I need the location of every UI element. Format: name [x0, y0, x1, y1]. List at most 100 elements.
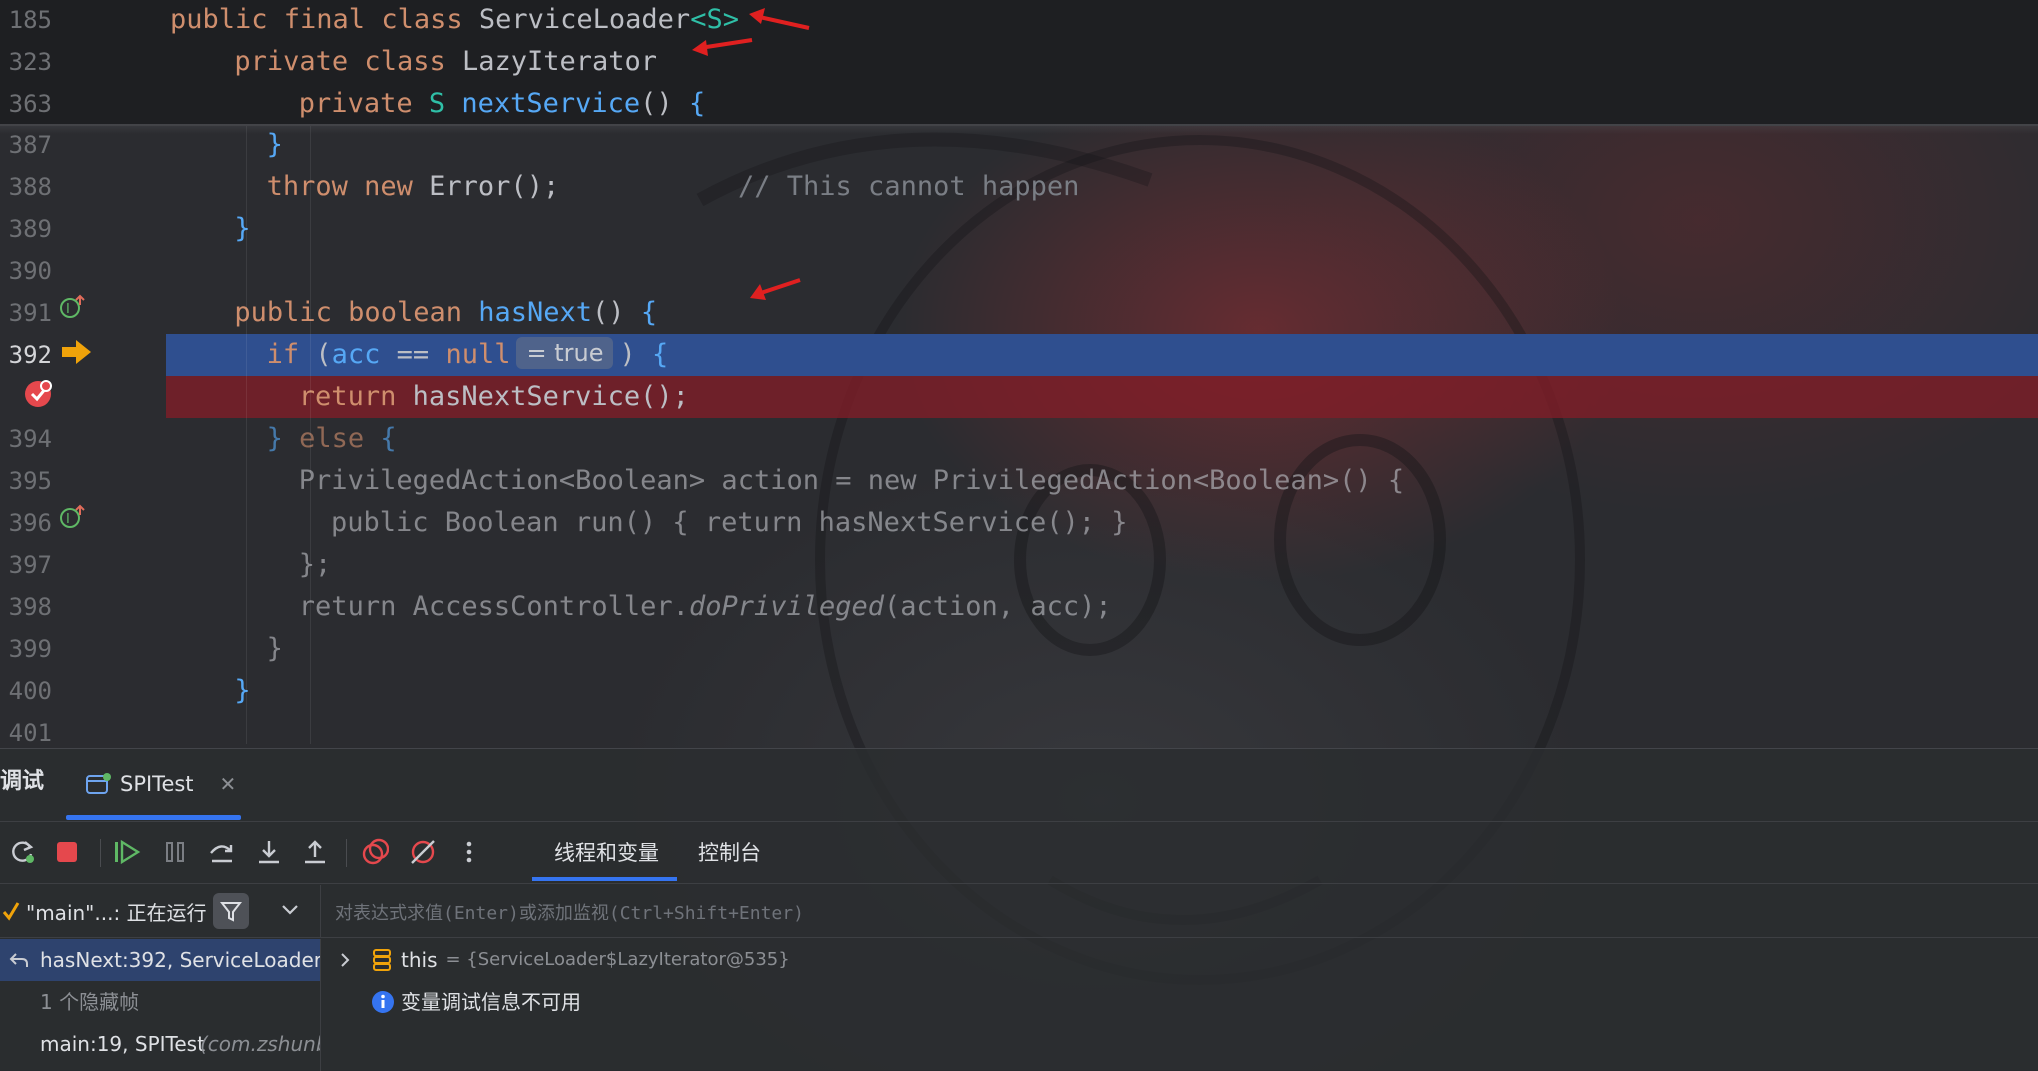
- implements-gutter-icon[interactable]: I: [58, 292, 88, 326]
- code-token: // This cannot happen: [738, 171, 1080, 202]
- svg-text:I: I: [66, 512, 70, 527]
- info-icon: [372, 991, 394, 1013]
- code-token: throw new: [266, 171, 430, 202]
- tab-threads-variables[interactable]: 线程和变量: [554, 837, 659, 867]
- step-into-button[interactable]: [254, 837, 284, 867]
- code-line[interactable]: 391 public boolean hasNext() {: [0, 292, 2038, 334]
- code-line[interactable]: return hasNextService();: [166, 376, 2038, 418]
- mute-breakpoints-button[interactable]: [408, 837, 438, 867]
- line-number: 185: [8, 6, 52, 34]
- variable-value: = {ServiceLoader$LazyIterator@535}: [445, 949, 790, 970]
- code-text: public final class ServiceLoader<S>: [170, 0, 739, 41]
- thread-selector[interactable]: "main"...: 正在运行: [0, 885, 320, 938]
- svg-text:I: I: [66, 302, 70, 317]
- mute-breakpoints-icon: [411, 840, 435, 864]
- frame-return-icon: [9, 953, 28, 967]
- breakpoint-icon[interactable]: [22, 378, 54, 414]
- code-token: return AccessController.: [298, 591, 689, 622]
- code-token: public final class: [170, 4, 479, 35]
- code-line[interactable]: 396 public Boolean run() { return hasNext…: [0, 502, 2038, 544]
- code-token: {: [640, 297, 658, 328]
- sticky-scroll-header[interactable]: 185 public final class ServiceLoader<S> 32…: [0, 0, 2038, 126]
- line-number: 394: [8, 425, 52, 453]
- line-number: 363: [8, 90, 52, 118]
- code-token: if: [266, 339, 316, 370]
- sticky-divider: [0, 124, 2038, 134]
- code-line[interactable]: 392 if (acc == null = true) {: [9, 334, 2038, 376]
- code-text: PrivilegedAction<Boolean> action = new P…: [299, 460, 1404, 502]
- code-line[interactable]: 397};: [0, 544, 2038, 586]
- variable-info-text: 变量调试信息不可用: [401, 990, 581, 1014]
- code-token: public Boolean run() { return hasNextSer…: [331, 507, 1128, 538]
- stop-button[interactable]: [52, 837, 82, 867]
- code-editor[interactable]: 185 public final class ServiceLoader<S> 32…: [0, 0, 2038, 748]
- active-subtab-indicator: [532, 877, 677, 881]
- variable-info-row: 变量调试信息不可用: [371, 981, 581, 1023]
- resume-icon: [115, 839, 141, 865]
- view-breakpoints-icon: [362, 838, 389, 865]
- code-line[interactable]: 400}: [0, 670, 2038, 712]
- code-line[interactable]: 395 PrivilegedAction<Boolean> action = ne…: [0, 460, 2038, 502]
- code-token: {: [688, 88, 706, 119]
- sticky-line[interactable]: 363 private S nextService() {: [0, 83, 2038, 125]
- step-over-button[interactable]: [207, 837, 237, 867]
- tab-console[interactable]: 控制台: [698, 837, 761, 867]
- code-text: } else {: [267, 418, 397, 460]
- chevron-down-icon[interactable]: [280, 903, 300, 917]
- indent-guide: [310, 124, 311, 744]
- pause-button[interactable]: [160, 837, 190, 867]
- code-token: <S>: [690, 4, 739, 35]
- code-token: };: [298, 549, 332, 580]
- code-token: LazyIterator: [461, 46, 658, 77]
- code-line[interactable]: 398 return AccessController.doPrivileged(…: [0, 586, 2038, 628]
- run-config-tab[interactable]: SPITest ✕: [86, 759, 236, 809]
- code-line[interactable]: 390: [0, 250, 2038, 292]
- filter-icon: [220, 902, 242, 922]
- code-token: private: [298, 88, 429, 119]
- line-number: 391: [8, 299, 52, 327]
- stop-icon: [57, 842, 77, 862]
- frame-label: 1 个隐藏帧: [40, 990, 140, 1014]
- step-into-icon: [259, 841, 279, 864]
- sticky-line[interactable]: 323 private class LazyIterator: [0, 41, 2038, 83]
- resume-button[interactable]: [112, 837, 142, 867]
- frame-item[interactable]: 1 个隐藏帧: [0, 981, 320, 1023]
- code-token: (action, acc);: [884, 591, 1112, 622]
- more-options-button[interactable]: [454, 837, 484, 867]
- code-text: }: [267, 628, 283, 670]
- code-token: null: [445, 339, 511, 370]
- variable-row-this[interactable]: this = {ServiceLoader$LazyIterator@535}: [337, 939, 790, 981]
- code-line[interactable]: 399}: [0, 628, 2038, 670]
- frame-item[interactable]: main:19, SPITest (com.zshunb: [0, 1023, 320, 1065]
- code-line[interactable]: 389}: [0, 208, 2038, 250]
- code-text: }: [234, 208, 250, 250]
- code-text: };: [299, 544, 332, 586]
- code-token: else: [299, 423, 381, 454]
- chevron-right-icon[interactable]: [337, 952, 353, 968]
- debug-tabs-row: 调试 SPITest ✕: [0, 749, 2038, 822]
- view-breakpoints-button[interactable]: [360, 837, 390, 867]
- code-token: nextService: [461, 88, 641, 119]
- frame-label: main:19, SPITest: [40, 1032, 205, 1056]
- code-text: if (acc == null = true) {: [266, 334, 668, 376]
- code-token: {: [380, 423, 397, 454]
- expression-evaluator[interactable]: 对表达式求值(Enter)或添加监视(Ctrl+Shift+Enter): [320, 885, 2038, 938]
- code-line[interactable]: 388 throw new Error(); // This cannot hap…: [0, 166, 2038, 208]
- code-token: hasNextService: [412, 381, 641, 412]
- code-token: hasNext: [478, 297, 593, 328]
- line-number: 395: [8, 467, 52, 495]
- frame-item[interactable]: hasNext:392, ServiceLoader$L: [0, 939, 320, 981]
- code-line[interactable]: 394 } else {: [0, 418, 2038, 460]
- rerun-button[interactable]: [8, 837, 38, 867]
- step-out-button[interactable]: [300, 837, 330, 867]
- implements-gutter-icon[interactable]: I: [58, 502, 88, 536]
- sticky-line[interactable]: 185 public final class ServiceLoader<S>: [0, 0, 2038, 41]
- step-over-icon: [210, 845, 233, 863]
- frames-list: hasNext:392, ServiceLoader$L 1 个隐藏帧 main…: [0, 939, 320, 1071]
- code-token: ();: [640, 381, 689, 412]
- line-number: 390: [8, 257, 52, 285]
- filter-button[interactable]: [213, 893, 249, 929]
- code-token: acc: [331, 339, 381, 370]
- code-text: }: [234, 670, 250, 712]
- close-tab-icon[interactable]: ✕: [220, 772, 237, 796]
